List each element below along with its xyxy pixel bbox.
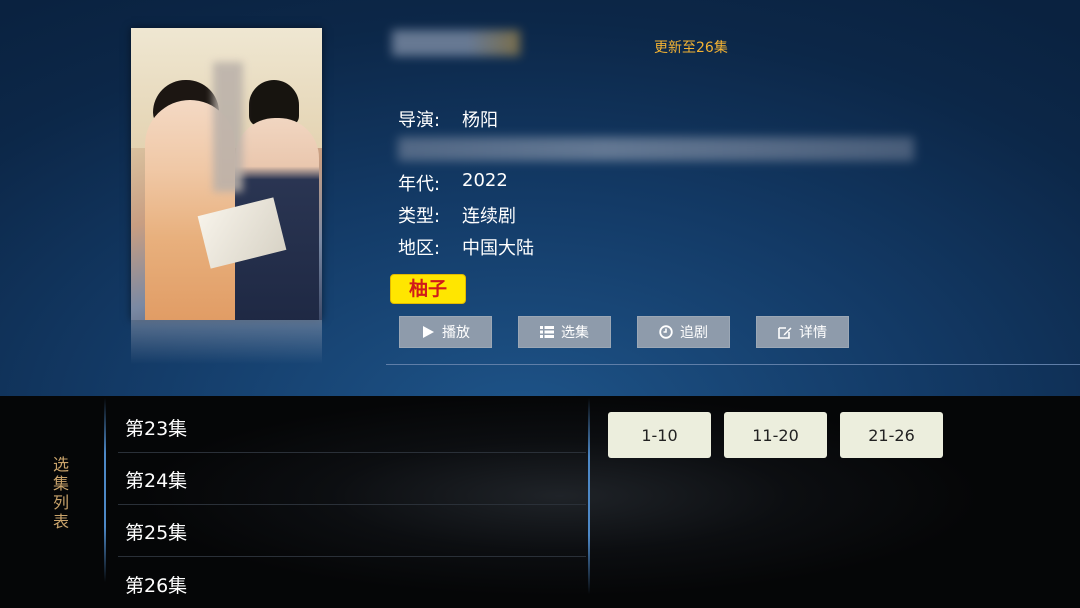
episode-list-side-label: 选集列表 (52, 455, 69, 531)
select-episode-label: 选集 (561, 325, 589, 341)
year-row: 年代: 2022 (398, 170, 508, 196)
year-value: 2022 (462, 170, 508, 191)
poster-image (131, 28, 322, 320)
play-button[interactable]: 播放 (399, 316, 492, 348)
director-row: 导演: 杨阳 (398, 106, 498, 132)
edit-icon (778, 327, 792, 339)
poster-reflection (131, 320, 322, 364)
region-label: 地区: (398, 238, 441, 259)
range-button-11-20[interactable]: 11-20 (724, 412, 827, 458)
region-row: 地区: 中国大陆 (398, 234, 534, 260)
show-title-blurred (392, 30, 520, 56)
info-divider (386, 364, 1080, 365)
left-divider-line (104, 398, 106, 582)
details-label: 详情 (799, 325, 827, 341)
year-label: 年代: (398, 174, 441, 195)
follow-label: 追剧 (680, 325, 708, 341)
type-value: 连续剧 (462, 206, 516, 227)
source-badge[interactable]: 柚子 (390, 274, 466, 304)
episode-item[interactable]: 第25集 (125, 518, 187, 545)
episode-separator (118, 452, 586, 453)
range-button-1-10[interactable]: 1-10 (608, 412, 711, 458)
type-label: 类型: (398, 206, 441, 227)
play-icon (423, 326, 434, 338)
episode-item[interactable]: 第26集 (125, 571, 187, 598)
director-label: 导演: (398, 110, 441, 131)
details-button[interactable]: 详情 (756, 316, 849, 348)
region-value: 中国大陆 (462, 238, 534, 259)
range-button-21-26[interactable]: 21-26 (840, 412, 943, 458)
update-status: 更新至26集 (654, 40, 728, 56)
episode-item[interactable]: 第24集 (125, 466, 187, 493)
select-episode-button[interactable]: 选集 (518, 316, 611, 348)
type-row: 类型: 连续剧 (398, 202, 516, 228)
follow-button[interactable]: 追剧 (637, 316, 730, 348)
list-icon (540, 326, 554, 338)
episode-separator (118, 556, 586, 557)
episode-separator (118, 504, 586, 505)
play-label: 播放 (442, 325, 470, 341)
middle-divider-line (588, 398, 590, 594)
clock-icon (659, 325, 673, 339)
cast-row-blurred (398, 137, 914, 161)
episode-item[interactable]: 第23集 (125, 414, 187, 441)
director-value: 杨阳 (462, 110, 498, 131)
